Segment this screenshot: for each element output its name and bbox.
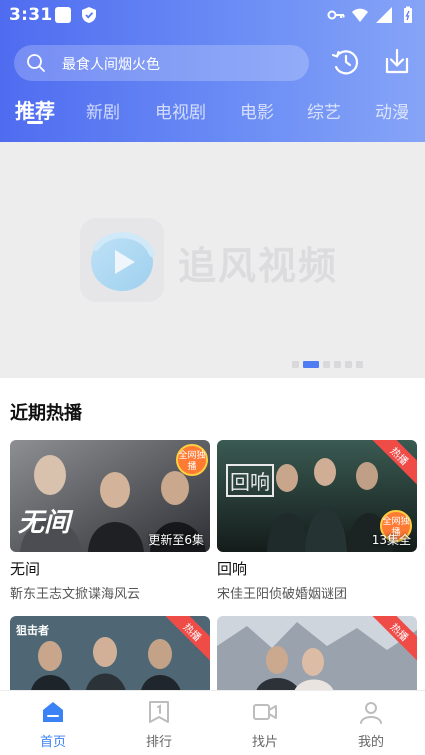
search-placeholder: 最食人间烟火色 <box>62 57 160 73</box>
key-icon <box>327 10 345 20</box>
nav-home[interactable]: 首页 <box>23 699 83 750</box>
card-description: 靳东王志文掀谍海风云 <box>10 587 141 602</box>
nav-ranking-label: 排行 <box>145 735 172 750</box>
nav-discover[interactable]: 找片 <box>235 699 295 750</box>
home-icon <box>43 702 63 722</box>
tab-new-series[interactable]: 新剧 <box>86 98 120 123</box>
battery-icon <box>404 6 412 23</box>
section-title: 近期热播 <box>10 403 82 424</box>
video-card[interactable]: 回响 热播 全网独播 13集全 回响 宋佳王阳侦破婚姻谜团 <box>217 440 417 602</box>
history-icon[interactable] <box>331 46 361 78</box>
poster-title-art: 狙击者 <box>16 624 49 637</box>
video-card[interactable]: 狙击者 热播 <box>10 616 210 696</box>
nav-discover-label: 找片 <box>251 735 278 750</box>
nav-home-label: 首页 <box>39 735 66 750</box>
video-card[interactable]: 热播 <box>217 616 417 696</box>
card-title: 回响 <box>217 560 248 578</box>
card-title: 无间 <box>10 560 41 578</box>
carousel-dot[interactable] <box>292 361 299 368</box>
episode-label: 13集全 <box>371 533 411 547</box>
carousel-dot-active[interactable] <box>303 361 319 368</box>
search-bar[interactable]: 最食人间烟火色 <box>14 45 309 81</box>
video-thumbnail[interactable]: 无间 全网独播 更新至6集 <box>10 440 210 552</box>
recent-hot-section: 近期热播 无间 全网独播 更新至6集 无间 靳东王志文掀谍海风云 回响 热播 全… <box>0 378 425 696</box>
category-tabs: 推荐 新剧 电视剧 电影 综艺 动漫 <box>0 92 425 132</box>
poster-title-art: 回响 <box>226 464 274 497</box>
play-logo-icon <box>91 232 155 291</box>
download-icon[interactable] <box>382 46 412 78</box>
carousel-dot[interactable] <box>334 361 341 368</box>
status-bar: 3:31 <box>0 0 425 30</box>
tab-variety[interactable]: 综艺 <box>307 98 341 123</box>
tab-anime[interactable]: 动漫 <box>375 98 409 123</box>
carousel-dot[interactable] <box>345 361 352 368</box>
profile-icon <box>360 702 382 724</box>
tab-tv-series[interactable]: 电视剧 <box>155 98 206 123</box>
video-thumbnail[interactable]: 狙击者 热播 <box>10 616 210 696</box>
bottom-navigation: 首页 排行 找片 我的 <box>0 690 425 755</box>
video-thumbnail[interactable]: 回响 热播 全网独播 13集全 <box>217 440 417 552</box>
card-description: 宋佳王阳侦破婚姻谜团 <box>217 587 348 602</box>
poster-title-art: 无间 <box>18 508 71 538</box>
signal-icon <box>376 7 392 23</box>
carousel-dot[interactable] <box>323 361 330 368</box>
wifi-icon <box>352 8 368 22</box>
active-tab-indicator <box>27 121 43 124</box>
nav-ranking[interactable]: 排行 <box>129 699 189 750</box>
shield-icon <box>82 7 96 23</box>
app-header: 3:31 最食人间烟火色 推荐 新剧 电视剧 电影 综艺 动漫 <box>0 0 425 142</box>
carousel-dot[interactable] <box>356 361 363 368</box>
tab-movies[interactable]: 电影 <box>240 98 274 123</box>
video-card[interactable]: 无间 全网独播 更新至6集 无间 靳东王志文掀谍海风云 <box>10 440 210 602</box>
video-thumbnail[interactable]: 热播 <box>217 616 417 696</box>
ranking-icon <box>149 701 169 723</box>
nav-profile[interactable]: 我的 <box>341 699 401 750</box>
carousel-indicator <box>292 361 363 368</box>
exclusive-badge: 全网独播 <box>176 444 208 476</box>
video-camera-icon <box>253 704 277 720</box>
banner-carousel[interactable]: 追风视频 <box>0 142 425 378</box>
app-notification-icon <box>55 7 71 23</box>
status-time: 3:31 <box>9 5 53 25</box>
tab-recommended[interactable]: 推荐 <box>15 95 55 124</box>
nav-profile-label: 我的 <box>357 735 384 750</box>
episode-label: 更新至6集 <box>148 533 204 547</box>
logo-wordmark: 追风视频 <box>178 244 339 288</box>
app-logo <box>80 218 164 302</box>
search-icon <box>27 54 45 72</box>
